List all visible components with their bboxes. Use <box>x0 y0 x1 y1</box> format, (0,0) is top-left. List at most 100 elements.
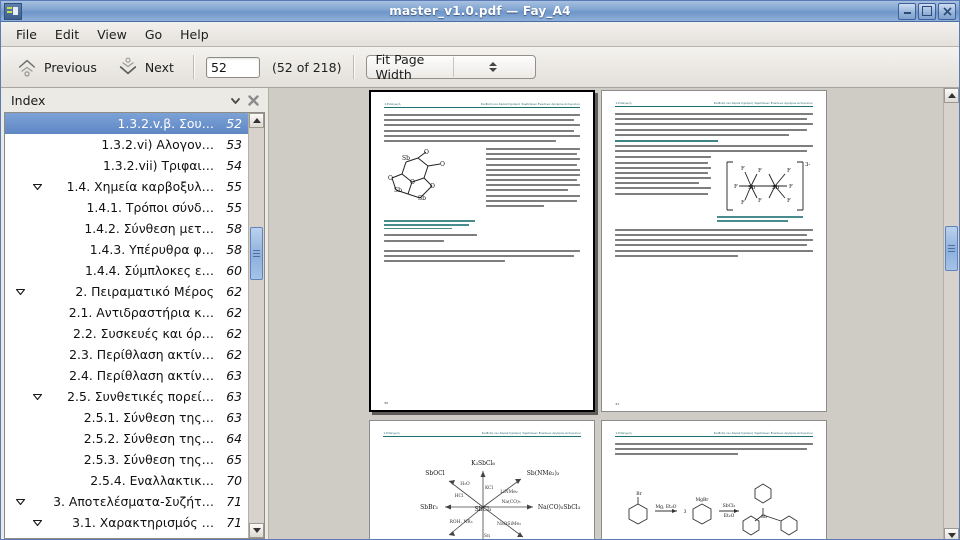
svg-text:O: O <box>410 179 415 186</box>
sidebar-scroll-up-button[interactable] <box>249 113 264 128</box>
sidebar-scrollbar[interactable] <box>248 113 264 538</box>
svg-text:KCl: KCl <box>485 485 494 491</box>
arrow-down-icon <box>948 533 956 538</box>
sidebar-header: Index <box>1 88 268 112</box>
chemical-structure-figure: SbO OO SbSb OO <box>384 148 480 220</box>
svg-text:F: F <box>758 168 762 174</box>
twisty-expanded-icon[interactable] <box>30 181 44 192</box>
page-body: K₃SbCl₆ SbCl₃ SbBr₃ Na(CO)₅SbCl₃ SbOCl S… <box>383 443 580 540</box>
chevron-down-icon[interactable] <box>226 91 244 109</box>
index-tree-item[interactable]: 1.3.2.vii) Τριφαι…54 <box>5 155 248 176</box>
reaction-scheme-figure: K₃SbCl₆ SbCl₃ SbBr₃ Na(CO)₅SbCl₃ SbOCl S… <box>383 449 583 540</box>
svg-text:O: O <box>430 183 435 190</box>
page-canvas[interactable]: 1.Εισαγωγή Σύνθεση και Χαρακτηρισμός Συμ… <box>269 88 943 540</box>
index-tree-item[interactable]: 2.5.2. Σύνθεση της…64 <box>5 428 248 449</box>
page-count-label: (52 of 218) <box>272 60 342 75</box>
document-scroll-down-button[interactable] <box>944 528 959 540</box>
pdf-page[interactable]: 1.Εισαγωγή Σύνθεση και Χαρακτηρισμός Συμ… <box>601 90 827 412</box>
next-page-label: Next <box>145 60 174 75</box>
grip-icon <box>948 243 955 254</box>
svg-text:O: O <box>388 175 393 182</box>
svg-text:Et₂O: Et₂O <box>724 513 735 519</box>
anion-structure-figure: FFF FF FFF SbSb 3- <box>717 156 813 216</box>
sidebar-scroll-down-button[interactable] <box>249 523 264 538</box>
svg-text:Sn: Sn <box>484 533 490 539</box>
document-scroll-thumb[interactable] <box>945 226 958 271</box>
sidebar-title: Index <box>11 93 226 108</box>
svg-text:Sb: Sb <box>772 185 780 191</box>
index-tree-item[interactable]: 2.5. Συνθετικές πορεί…63 <box>5 386 248 407</box>
index-tree-item[interactable]: 1.4.4. Σύμπλοκες ε…60 <box>5 260 248 281</box>
pdf-page[interactable]: 1.Εισαγωγή Σύνθεση και Χαρακτηρισμός Συμ… <box>601 420 827 540</box>
index-tree-item[interactable]: 2. Πειραματικό Μέρος62 <box>5 281 248 302</box>
arrow-up-icon <box>253 118 261 123</box>
index-tree-item[interactable]: 1.4.3. Υπέρυθρα φ…58 <box>5 239 248 260</box>
close-icon[interactable] <box>244 91 262 109</box>
index-tree-item[interactable]: 1.4. Χημεία καρβοξυλ…55 <box>5 176 248 197</box>
index-tree-item[interactable]: 2.4. Περίθλαση ακτίν…63 <box>5 365 248 386</box>
running-head-right: Σύνθεση και Χαρακτηρισμός Συμπλόκων Ενώσ… <box>482 432 581 435</box>
twisty-expanded-icon[interactable] <box>13 496 27 507</box>
svg-text:Sb: Sb <box>418 195 426 202</box>
svg-text:F: F <box>789 184 793 190</box>
index-tree-item[interactable]: 2.5.1. Σύνθεση της…63 <box>5 407 248 428</box>
menu-help[interactable]: Help <box>171 24 218 45</box>
close-button[interactable] <box>938 3 956 20</box>
pdf-page[interactable]: 1.Εισαγωγή Σύνθεση και Χαρακτηρισμός Συμ… <box>369 90 595 412</box>
twisty-expanded-icon[interactable] <box>30 391 44 402</box>
index-tree-item[interactable]: 2.5.4. Εναλλακτικ…70 <box>5 470 248 491</box>
index-tree-item[interactable]: 2.3. Περίθλαση ακτίν…62 <box>5 344 248 365</box>
sidebar-scroll-thumb[interactable] <box>250 227 263 280</box>
index-tree-item[interactable]: 1.3.2.v.β. Σου…52 <box>5 113 248 134</box>
page-body: Br Mg, Et₂O 3 MgBr SbCl₃ Et₂O Sb <box>615 443 812 540</box>
index-tree-item[interactable]: 3. Αποτελέσματα-Συζήτ…71 <box>5 491 248 512</box>
maximize-button[interactable] <box>918 3 936 20</box>
page-body: SbO OO SbSb OO <box>384 114 579 404</box>
svg-text:Sb(NMe₂)₃: Sb(NMe₂)₃ <box>527 470 560 477</box>
index-tree-item[interactable]: 2.2. Συσκευές και όρ…62 <box>5 323 248 344</box>
index-tree-item-label: 2.1. Αντιδραστήρια κ… <box>61 305 222 320</box>
page-number-text: 50 <box>384 401 388 405</box>
index-tree-item[interactable]: 2.5.3. Σύνθεση της…65 <box>5 449 248 470</box>
next-page-button[interactable]: Next <box>110 51 181 83</box>
index-tree-item-label: 1.4. Χημεία καρβοξυλ… <box>44 179 222 194</box>
twisty-expanded-icon[interactable] <box>13 286 27 297</box>
minimize-button[interactable] <box>898 3 916 20</box>
menu-edit[interactable]: Edit <box>46 24 88 45</box>
document-scrollbar[interactable] <box>943 88 959 540</box>
zoom-level-select[interactable]: Fit Page Width <box>366 55 536 79</box>
index-tree-item[interactable]: 3.1. Χαρακτηρισμός …71 <box>5 512 248 533</box>
index-tree-item-label: 2.5.1. Σύνθεση της… <box>78 410 222 425</box>
index-tree-item-page: 64 <box>222 431 242 446</box>
running-head-left: 1.Εισαγωγή <box>384 103 400 106</box>
document-scroll-up-button[interactable] <box>944 88 959 103</box>
index-tree-item-page: 53 <box>222 137 242 152</box>
svg-text:Sb: Sb <box>402 155 410 162</box>
index-tree-item[interactable]: 1.4.1. Τρόποι σύνδ…55 <box>5 197 248 218</box>
page-number-input[interactable] <box>206 57 260 78</box>
index-tree-item-label: 1.3.2.vii) Τριφαι… <box>95 158 222 173</box>
index-tree-item[interactable]: 1.4.2. Σύνθεση μετ…58 <box>5 218 248 239</box>
svg-text:Sb: Sb <box>394 187 402 194</box>
window-controls <box>898 3 956 20</box>
page-body: FFF FF FFF SbSb 3- <box>615 113 812 405</box>
previous-page-button[interactable]: Previous <box>9 51 104 83</box>
document-scroll-track[interactable] <box>944 103 959 528</box>
index-tree-item[interactable]: 2.1. Αντιδραστήρια κ…62 <box>5 302 248 323</box>
page-running-head: 1.Εισαγωγή Σύνθεση και Χαρακτηρισμός Συμ… <box>615 432 812 437</box>
index-tree-item-page: 70 <box>222 473 242 488</box>
toolbar-separator-2 <box>353 55 354 79</box>
svg-text:Na(CO)₅SbCl₃: Na(CO)₅SbCl₃ <box>538 504 581 511</box>
twisty-expanded-icon[interactable] <box>30 517 44 528</box>
menu-view[interactable]: View <box>88 24 136 45</box>
index-tree-item-page: 52 <box>222 116 242 131</box>
svg-text:SbOCl: SbOCl <box>426 470 445 477</box>
index-tree[interactable]: 1.3.2.v.β. Σου…521.3.2.vi) Αλογον…531.3.… <box>5 113 248 538</box>
svg-text:Na(CO)₅: Na(CO)₅ <box>502 498 521 505</box>
svg-text:3: 3 <box>684 509 687 515</box>
menu-file[interactable]: File <box>7 24 46 45</box>
pdf-page[interactable]: 1.Εισαγωγή Σύνθεση και Χαρακτηρισμός Συμ… <box>369 420 595 540</box>
sidebar-scroll-track[interactable] <box>249 128 264 523</box>
index-tree-item[interactable]: 1.3.2.vi) Αλογον…53 <box>5 134 248 155</box>
menu-go[interactable]: Go <box>136 24 171 45</box>
